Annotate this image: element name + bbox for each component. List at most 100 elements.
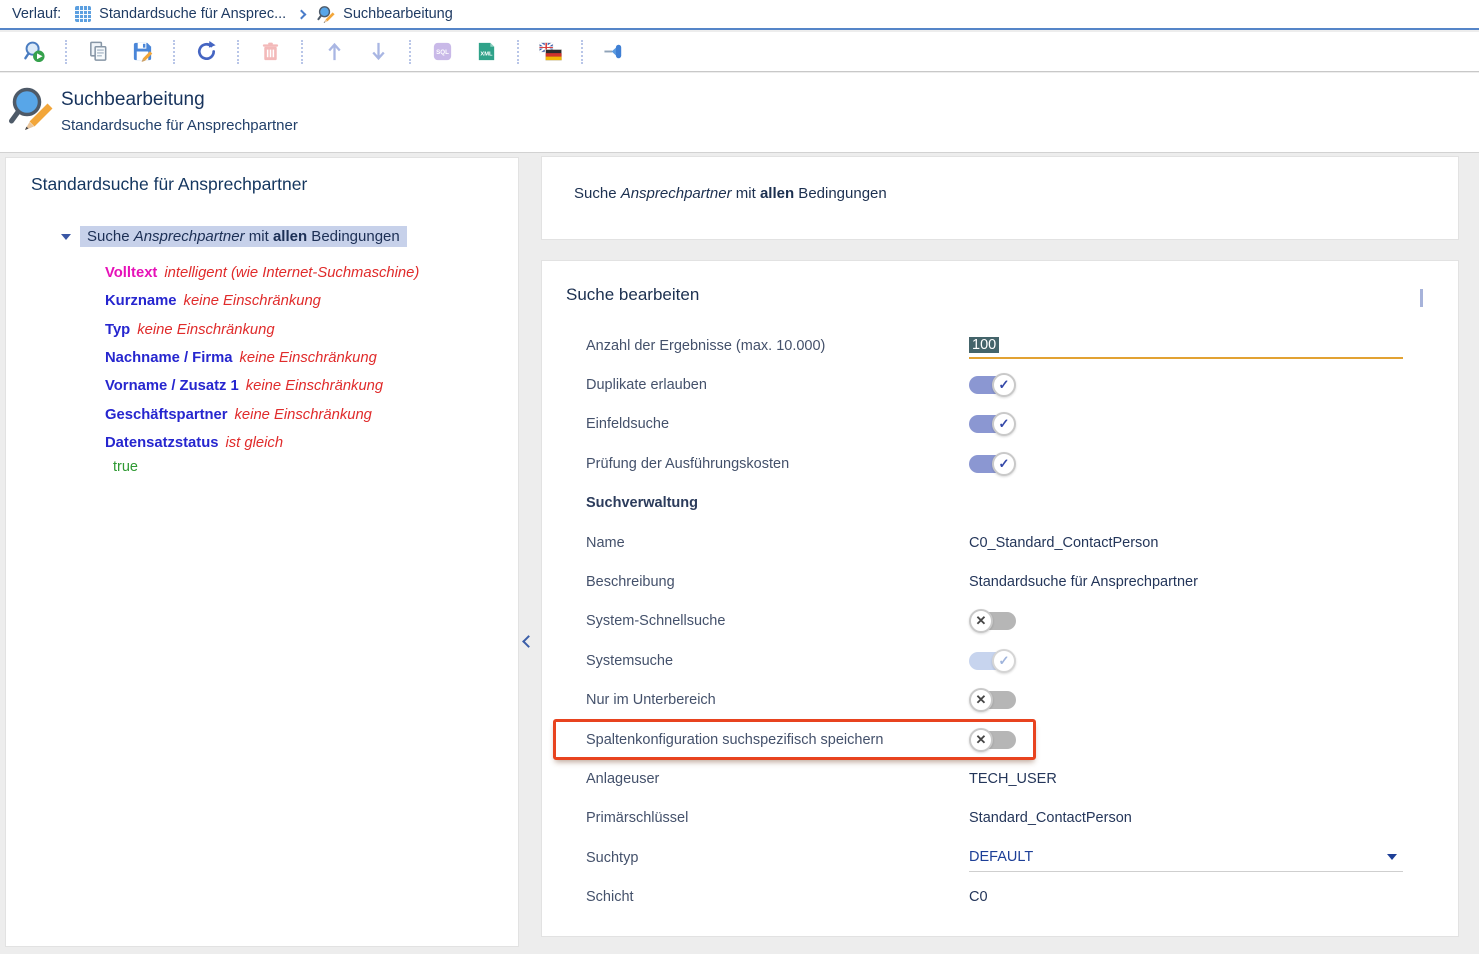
condition-tree-panel: Standardsuche für Ansprechpartner Suche …	[5, 157, 519, 947]
svg-text:SQL: SQL	[436, 49, 449, 56]
form-row-spaltenkonfiguration: Spaltenkonfiguration suchspezifisch spei…	[542, 720, 1458, 759]
search-run-icon	[23, 40, 46, 63]
form-row-duplikate: Duplikate erlauben	[542, 365, 1458, 404]
toolbar: SQL XML	[0, 32, 1479, 72]
anlageuser-value: TECH_USER	[969, 771, 1057, 787]
pin-icon	[603, 40, 626, 63]
breadcrumb-label: Verlauf:	[12, 6, 61, 22]
x-icon	[969, 728, 993, 752]
tree-root-node[interactable]: Suche Ansprechpartner mit allen Bedingun…	[61, 226, 518, 247]
form-row-primaerschluessel: Primärschlüssel Standard_ContactPerson	[542, 799, 1458, 838]
refresh-icon	[195, 40, 218, 63]
form-row-einfeldsuche: Einfeldsuche	[542, 405, 1458, 444]
check-icon	[992, 649, 1016, 673]
form-row-schnellsuche: System-Schnellsuche	[542, 602, 1458, 641]
refresh-button[interactable]	[193, 39, 219, 65]
page-title: Suchbearbeitung	[61, 89, 205, 111]
chevron-right-icon	[297, 9, 307, 19]
move-down-button[interactable]	[365, 39, 391, 65]
search-edit-icon	[8, 85, 56, 133]
delete-button[interactable]	[257, 39, 283, 65]
system-schnellsuche-toggle[interactable]	[969, 609, 1016, 633]
section-title: Suche bearbeiten	[566, 285, 699, 305]
table-icon	[74, 5, 92, 23]
search-edit-panel: Suche bearbeiten Anzahl der Ergebnisse (…	[541, 260, 1459, 937]
move-up-button[interactable]	[321, 39, 347, 65]
language-flags-icon	[539, 40, 562, 63]
condition-node-vorname-zusatz[interactable]: Vorname / Zusatz 1keine Einschränkung	[105, 372, 518, 400]
breadcrumb: Verlauf: Standardsuche für Ansprec... Su…	[0, 0, 1479, 30]
form-row-anzahl: Anzahl der Ergebnisse (max. 10.000) 100	[542, 326, 1458, 365]
condition-node-geschaeftspartner[interactable]: Geschäftspartnerkeine Einschränkung	[105, 400, 518, 428]
copy-icon	[87, 40, 110, 63]
page-header: Suchbearbeitung Standardsuche für Anspre…	[0, 73, 1479, 153]
svg-text:XML: XML	[480, 52, 493, 58]
suchtyp-select[interactable]: DEFAULT	[969, 844, 1403, 872]
name-value: C0_Standard_ContactPerson	[969, 535, 1158, 551]
arrow-up-icon	[323, 40, 346, 63]
trash-icon	[259, 40, 282, 63]
form-row-systemsuche: Systemsuche	[542, 641, 1458, 680]
check-icon	[992, 412, 1016, 436]
beschreibung-value: Standardsuche für Ansprechpartner	[969, 574, 1198, 590]
save-edit-icon	[131, 40, 154, 63]
breadcrumb-item-label: Standardsuche für Ansprec...	[99, 6, 286, 22]
toolbar-separator	[173, 40, 175, 64]
condition-node-nachname-firma[interactable]: Nachname / Firmakeine Einschränkung	[105, 344, 518, 372]
ausfuehrungskosten-toggle[interactable]	[969, 452, 1016, 476]
input-selected-text: 100	[969, 337, 999, 353]
form-row-beschreibung: Beschreibung Standardsuche für Ansprechp…	[542, 562, 1458, 601]
xml-file-icon: XML	[475, 40, 498, 63]
sql-export-button[interactable]: SQL	[429, 39, 455, 65]
toolbar-separator	[581, 40, 583, 64]
condition-node-typ[interactable]: Typkeine Einschränkung	[105, 316, 518, 344]
pin-button[interactable]	[601, 39, 627, 65]
check-icon	[992, 373, 1016, 397]
toolbar-separator	[409, 40, 411, 64]
toolbar-separator	[517, 40, 519, 64]
language-button[interactable]	[537, 39, 563, 65]
sql-file-icon: SQL	[431, 40, 454, 63]
condition-node-volltext[interactable]: Volltextintelligent (wie Internet-Suchma…	[105, 259, 518, 287]
chevron-up-icon	[1420, 289, 1423, 307]
breadcrumb-item-search-list[interactable]: Standardsuche für Ansprec...	[74, 5, 286, 23]
schicht-value: C0	[969, 889, 988, 905]
panel-title: Standardsuche für Ansprechpartner	[6, 158, 518, 195]
toolbar-separator	[65, 40, 67, 64]
search-summary-text: Suche Ansprechpartner mit allen Bedingun…	[542, 157, 1458, 202]
collapse-section-button[interactable]	[1410, 291, 1432, 307]
save-button[interactable]	[129, 39, 155, 65]
condition-node-kurzname[interactable]: Kurznamekeine Einschränkung	[105, 287, 518, 315]
breadcrumb-item-label: Suchbearbeitung	[343, 6, 453, 22]
check-icon	[992, 452, 1016, 476]
condition-node-datensatzstatus[interactable]: Datensatzstatusist gleich	[105, 429, 518, 457]
form-row-suchtyp: Suchtyp DEFAULT	[542, 838, 1458, 877]
duplikate-erlauben-toggle[interactable]	[969, 373, 1016, 397]
tree-children: Volltextintelligent (wie Internet-Suchma…	[105, 259, 518, 475]
chevron-down-icon	[1387, 854, 1397, 860]
toolbar-separator	[237, 40, 239, 64]
systemsuche-toggle	[969, 649, 1016, 673]
main-area: Standardsuche für Ansprechpartner Suche …	[0, 154, 1479, 954]
page-subtitle: Standardsuche für Ansprechpartner	[61, 117, 298, 134]
spaltenkonfiguration-toggle[interactable]	[969, 728, 1016, 752]
primaerschluessel-value: Standard_ContactPerson	[969, 810, 1132, 826]
form-section-suchverwaltung: Suchverwaltung	[542, 484, 1458, 523]
expander-icon[interactable]	[61, 234, 71, 240]
copy-button[interactable]	[85, 39, 111, 65]
breadcrumb-item-suchbearbeitung[interactable]: Suchbearbeitung	[317, 5, 453, 24]
search-summary-panel: Suche Ansprechpartner mit allen Bedingun…	[541, 156, 1459, 240]
arrow-down-icon	[367, 40, 390, 63]
form-row-unterbereich: Nur im Unterbereich	[542, 681, 1458, 720]
condition-value[interactable]: true	[113, 459, 518, 475]
result-count-input[interactable]: 100	[969, 333, 1403, 359]
xml-export-button[interactable]: XML	[473, 39, 499, 65]
execute-search-button[interactable]	[21, 39, 47, 65]
form-row-schicht: Schicht C0	[542, 877, 1458, 916]
form-row-pruefung: Prüfung der Ausführungskosten	[542, 444, 1458, 483]
form-rows: Anzahl der Ergebnisse (max. 10.000) 100 …	[542, 326, 1458, 917]
einfeldsuche-toggle[interactable]	[969, 412, 1016, 436]
nur-im-unterbereich-toggle[interactable]	[969, 688, 1016, 712]
form-row-anlageuser: Anlageuser TECH_USER	[542, 759, 1458, 798]
collapse-left-panel-icon[interactable]	[522, 635, 535, 648]
